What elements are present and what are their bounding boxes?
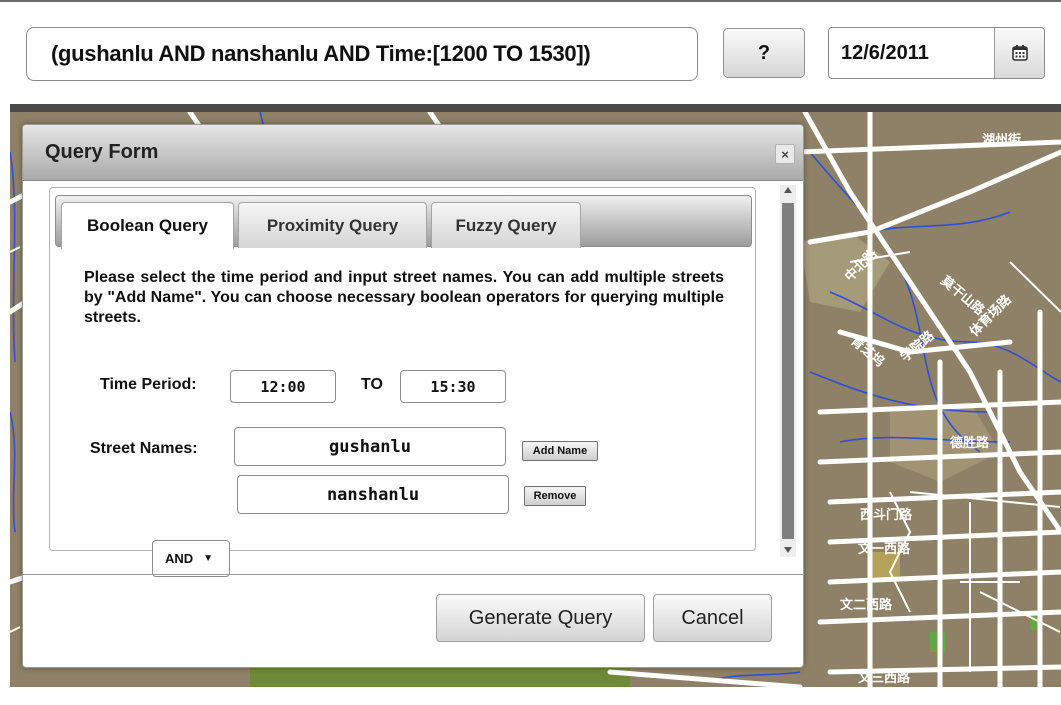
street-name-input-1[interactable]: gushanlu [234,427,506,466]
dialog-title: Query Form [45,141,159,163]
top-divider [0,0,1061,2]
map-label-moganshanlu: 莫干山路 [937,272,989,319]
dialog-titlebar[interactable]: Query Form × [23,125,803,181]
tab-bar: Boolean Query Proximity Query Fuzzy Quer… [55,195,752,249]
date-picker[interactable]: 12/6/2011 [828,27,1045,79]
calendar-icon [1011,45,1028,61]
scroll-down-icon[interactable] [784,547,792,553]
tab-panel: Boolean Query Proximity Query Fuzzy Quer… [49,187,756,577]
map-label-deshenglu: 德胜路 [950,435,990,451]
map-label-wenyixilu: 文一西路 [858,541,911,557]
tab-fuzzy-query[interactable]: Fuzzy Query [431,202,581,248]
scroll-thumb[interactable] [782,203,794,539]
instructions-text: Please select the time period and input … [84,269,724,326]
operator-value: AND [165,551,194,566]
tab-label: Proximity Query [266,215,399,235]
map-label-xidoumenlu: 西斗门路 [860,507,913,523]
time-to-input[interactable]: 15:30 [400,370,506,403]
map-label-wenerxilu: 文二西路 [840,597,893,613]
boolean-operator-select[interactable]: AND ▼ [152,540,230,577]
street-name-input-2[interactable]: nanshanlu [237,475,509,514]
calendar-button[interactable] [994,28,1044,78]
query-form-dialog: Query Form × Boolean Query Proximity Que… [22,124,804,668]
time-from-input[interactable]: 12:00 [230,370,336,403]
tab-label: Boolean Query [87,216,208,235]
map-label-wensanxilu: 文三西路 [858,670,911,686]
cancel-button[interactable]: Cancel [653,594,772,642]
tab-label: Fuzzy Query [455,215,557,235]
query-input[interactable]: (gushanlu AND nanshanlu AND Time:[1200 T… [26,27,698,81]
close-icon: × [781,146,789,162]
help-label: ? [757,41,771,64]
tab-proximity-query[interactable]: Proximity Query [238,202,427,248]
street-names-label: Street Names: [90,440,198,457]
chevron-down-icon: ▼ [203,553,214,564]
remove-button[interactable]: Remove [524,486,586,506]
tab-boolean-query[interactable]: Boolean Query [61,202,234,249]
add-name-button[interactable]: Add Name [522,441,598,461]
query-text: (gushanlu AND nanshanlu AND Time:[1200 T… [51,41,591,66]
map-label-huzhoujie: 湖州街 [982,132,1021,148]
time-to-label: TO [361,376,383,393]
generate-query-button[interactable]: Generate Query [436,594,645,642]
scroll-up-icon[interactable] [784,187,792,193]
dialog-scrollbar[interactable] [780,185,796,557]
time-period-label: Time Period: [100,376,197,393]
help-button[interactable]: ? [723,28,805,78]
dialog-footer-divider [23,574,803,575]
date-field[interactable]: 12/6/2011 [829,28,994,78]
close-button[interactable]: × [775,144,795,164]
